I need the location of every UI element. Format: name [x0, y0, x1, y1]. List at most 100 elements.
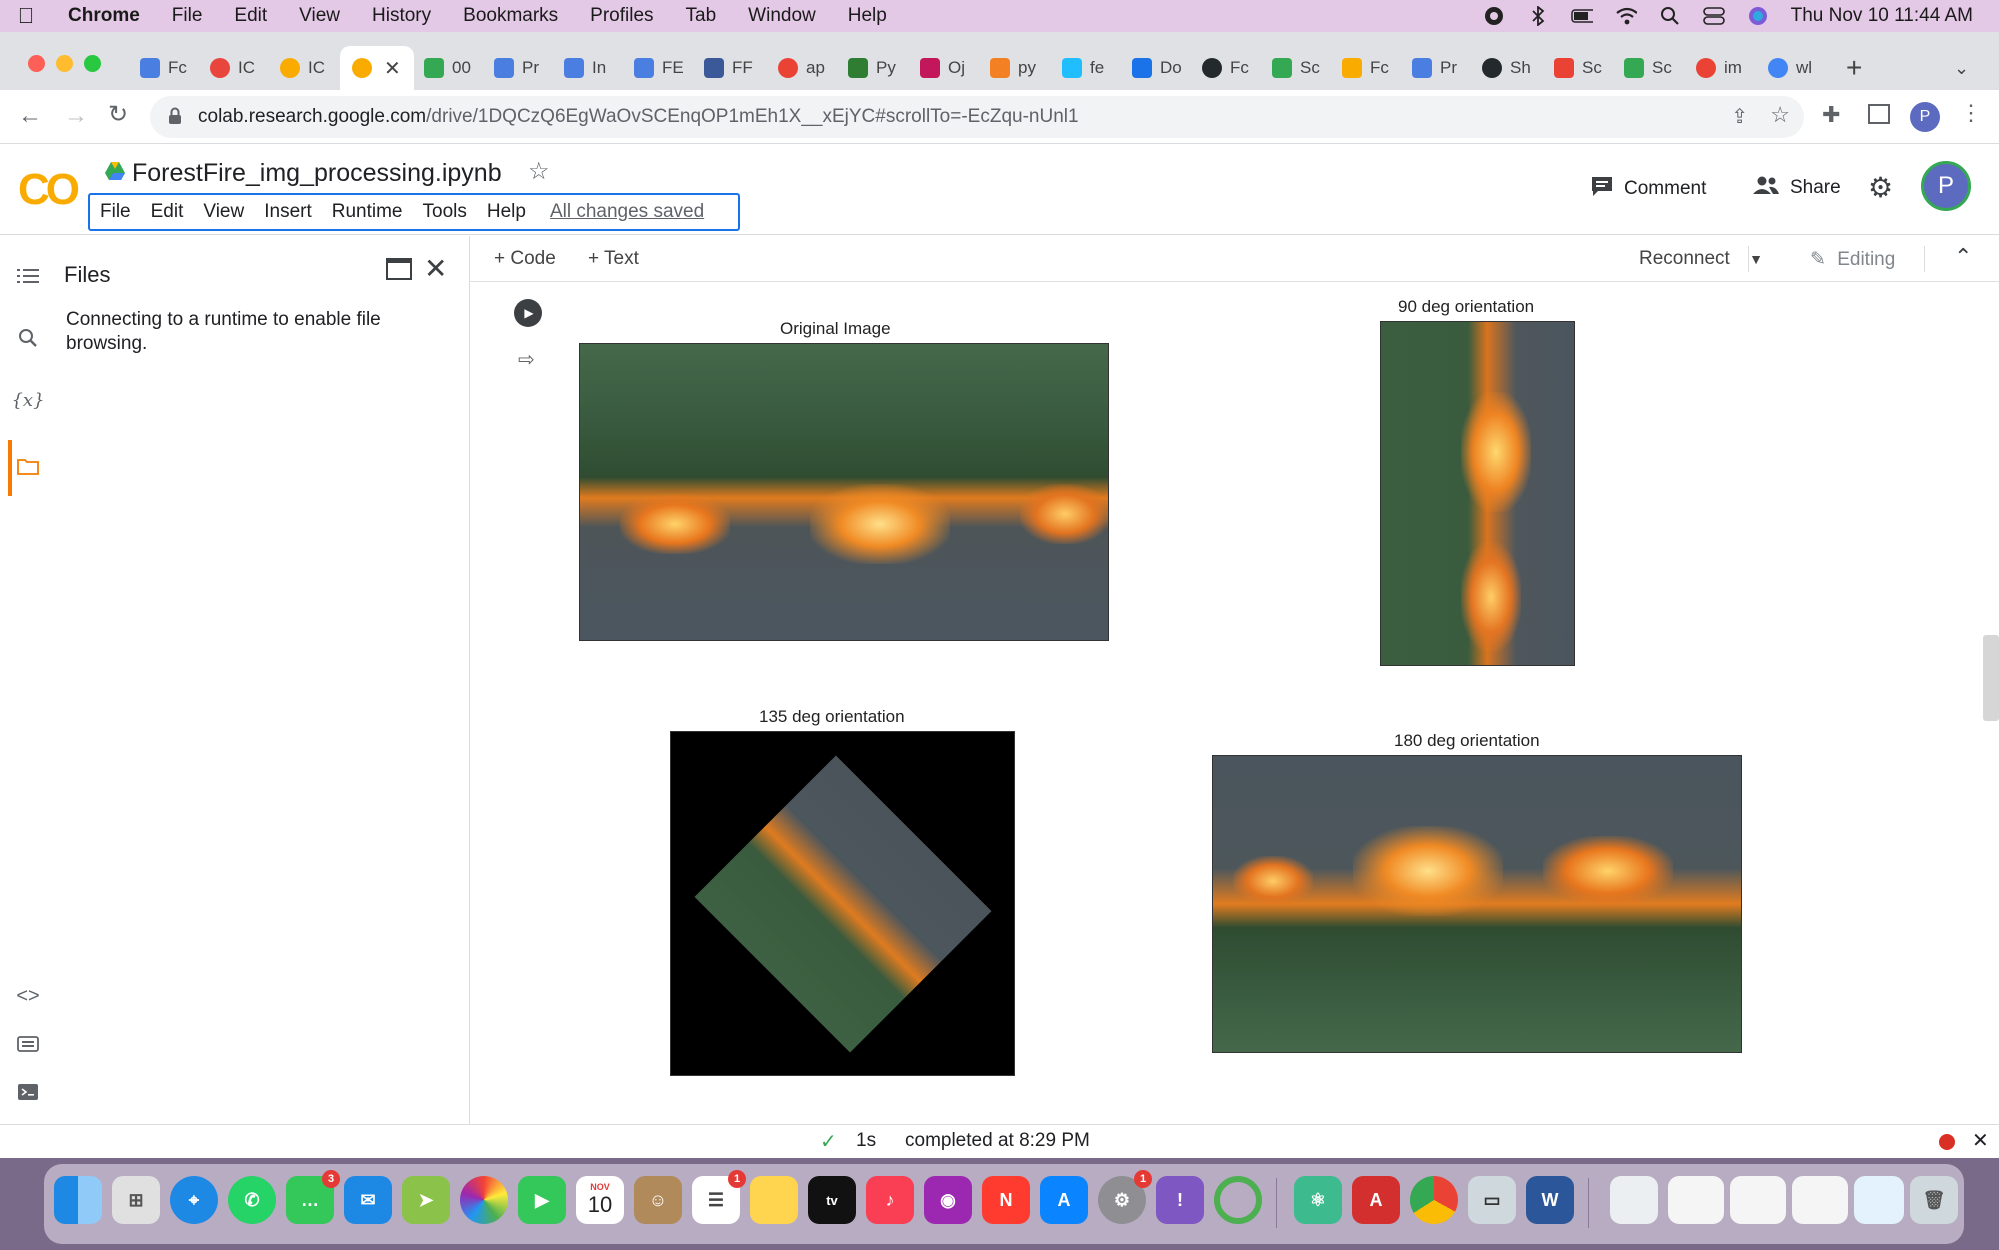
tab[interactable]: Pr [1412, 50, 1457, 86]
editing-mode-button[interactable]: ✎ Editing [1810, 248, 1895, 271]
chrome-icon[interactable] [1410, 1176, 1458, 1224]
close-window-button[interactable] [28, 55, 45, 72]
contacts-icon[interactable]: ☺ [634, 1176, 682, 1224]
tab[interactable]: IC [280, 50, 325, 86]
photos-icon[interactable] [460, 1176, 508, 1224]
bookmark-star-icon[interactable]: ☆ [1770, 102, 1790, 128]
podcasts-icon[interactable]: ◉ [924, 1176, 972, 1224]
account-avatar[interactable]: P [1921, 161, 1971, 211]
mail-icon[interactable]: ✉ [344, 1176, 392, 1224]
extensions-puzzle-icon[interactable]: ✚ [1822, 102, 1840, 128]
battery-icon[interactable] [1570, 5, 1593, 27]
downloads-stack-icon[interactable] [1610, 1176, 1658, 1224]
spotlight-search-icon[interactable] [1659, 5, 1681, 27]
wifi-icon[interactable] [1615, 5, 1637, 27]
code-snippets-icon[interactable]: <> [14, 982, 42, 1010]
notes-icon[interactable] [750, 1176, 798, 1224]
chrome-tray-icon[interactable] [1483, 5, 1505, 27]
side-panel-icon[interactable] [1868, 104, 1890, 124]
apple-menu-icon[interactable]:  [0, 3, 52, 29]
tab[interactable]: IC [210, 50, 255, 86]
zoom-window-button[interactable] [84, 55, 101, 72]
tab[interactable]: FE [634, 50, 684, 86]
menu-bookmarks[interactable]: Bookmarks [447, 5, 574, 27]
tab[interactable]: Sc [1554, 50, 1602, 86]
tab[interactable]: Do [1132, 50, 1182, 86]
tab[interactable]: Py [848, 50, 896, 86]
tab-search-chevron-icon[interactable]: ⌄ [1954, 50, 1969, 86]
command-palette-icon[interactable] [14, 1030, 42, 1058]
acrobat-icon[interactable]: A [1352, 1176, 1400, 1224]
menu-tab[interactable]: Tab [670, 5, 733, 27]
terminal-icon[interactable] [14, 1078, 42, 1106]
back-arrow-icon[interactable]: ← [18, 102, 42, 130]
news-icon[interactable]: N [982, 1176, 1030, 1224]
tab[interactable]: Fc [1202, 50, 1249, 86]
colab-menu-edit[interactable]: Edit [141, 201, 194, 223]
app-menu[interactable]: Chrome [52, 5, 156, 27]
tab[interactable]: Oj [920, 50, 965, 86]
menu-view[interactable]: View [283, 5, 356, 27]
minimized-window-thumbnail[interactable] [1792, 1176, 1848, 1224]
share-button[interactable]: Share [1752, 175, 1841, 201]
tab[interactable]: 00 [424, 50, 471, 86]
tab[interactable]: FF [704, 50, 753, 86]
system-preferences-icon[interactable]: ⚙ 1 [1098, 1170, 1152, 1224]
tab[interactable]: Fc [140, 50, 187, 86]
tab[interactable]: Sc [1624, 50, 1672, 86]
app-store-icon[interactable]: A [1040, 1176, 1088, 1224]
close-tab-icon[interactable]: ✕ [384, 56, 401, 81]
chrome-profile-avatar[interactable]: P [1910, 102, 1940, 132]
calendar-icon[interactable]: NOV 10 [576, 1176, 624, 1224]
tv-icon[interactable]: tv [808, 1176, 856, 1224]
save-status-link[interactable]: All changes saved [536, 201, 714, 223]
tab[interactable]: im [1696, 50, 1742, 86]
colab-menu-file[interactable]: File [90, 201, 141, 223]
chrome-menu-kebab-icon[interactable]: ⋮ [1960, 100, 1982, 126]
share-page-icon[interactable]: ⇪ [1731, 104, 1748, 129]
output-actions-icon[interactable]: ⇨ [518, 347, 535, 372]
add-code-button[interactable]: + Code [494, 248, 556, 270]
star-notebook-icon[interactable]: ☆ [528, 157, 550, 186]
tab[interactable]: In [564, 50, 606, 86]
preview-icon[interactable]: ▭ [1468, 1176, 1516, 1224]
reminders-icon[interactable]: ☰ 1 [692, 1170, 746, 1224]
tab[interactable]: ap [778, 50, 825, 86]
open-in-tab-icon[interactable] [386, 258, 412, 280]
colab-menu-view[interactable]: View [193, 201, 254, 223]
tab[interactable]: Pr [494, 50, 539, 86]
menu-help[interactable]: Help [832, 5, 903, 27]
new-tab-button[interactable]: + [1846, 50, 1862, 86]
reconnect-button[interactable]: Reconnect ▼ [1639, 248, 1763, 270]
activity-ring-icon[interactable] [1214, 1176, 1262, 1224]
search-icon[interactable] [14, 324, 42, 352]
run-cell-button[interactable]: ▶ [514, 299, 542, 327]
colab-menu-help[interactable]: Help [477, 201, 536, 223]
close-statusbar-icon[interactable]: ✕ [1972, 1128, 1989, 1153]
minimized-window-thumbnail[interactable] [1854, 1176, 1904, 1224]
output-scrollbar-thumb[interactable] [1983, 635, 1999, 721]
minimize-window-button[interactable] [56, 55, 73, 72]
add-text-button[interactable]: + Text [588, 248, 639, 270]
music-icon[interactable]: ♪ [866, 1176, 914, 1224]
siri-icon[interactable] [1747, 5, 1769, 27]
facetime-icon[interactable]: ▶ [518, 1176, 566, 1224]
variables-icon[interactable]: {x} [11, 386, 44, 414]
tab[interactable]: wl [1768, 50, 1812, 86]
colab-logo[interactable]: CO [18, 165, 80, 215]
finder-icon[interactable] [54, 1176, 102, 1224]
menu-file[interactable]: File [156, 5, 219, 27]
trash-icon[interactable]: 🗑 [1910, 1176, 1958, 1224]
tab[interactable]: Fc [1342, 50, 1389, 86]
feedback-assistant-icon[interactable]: ! [1156, 1176, 1204, 1224]
minimized-window-thumbnail[interactable] [1668, 1176, 1724, 1224]
whatsapp-icon[interactable]: ✆ [228, 1176, 276, 1224]
tab[interactable]: fe [1062, 50, 1104, 86]
launchpad-icon[interactable]: ⊞ [112, 1176, 160, 1224]
menu-history[interactable]: History [356, 5, 447, 27]
reload-icon[interactable]: ↻ [108, 100, 128, 129]
minimized-window-thumbnail[interactable] [1730, 1176, 1786, 1224]
control-center-icon[interactable] [1702, 5, 1725, 27]
settings-gear-icon[interactable]: ⚙ [1868, 171, 1893, 204]
tab[interactable]: py [990, 50, 1036, 86]
